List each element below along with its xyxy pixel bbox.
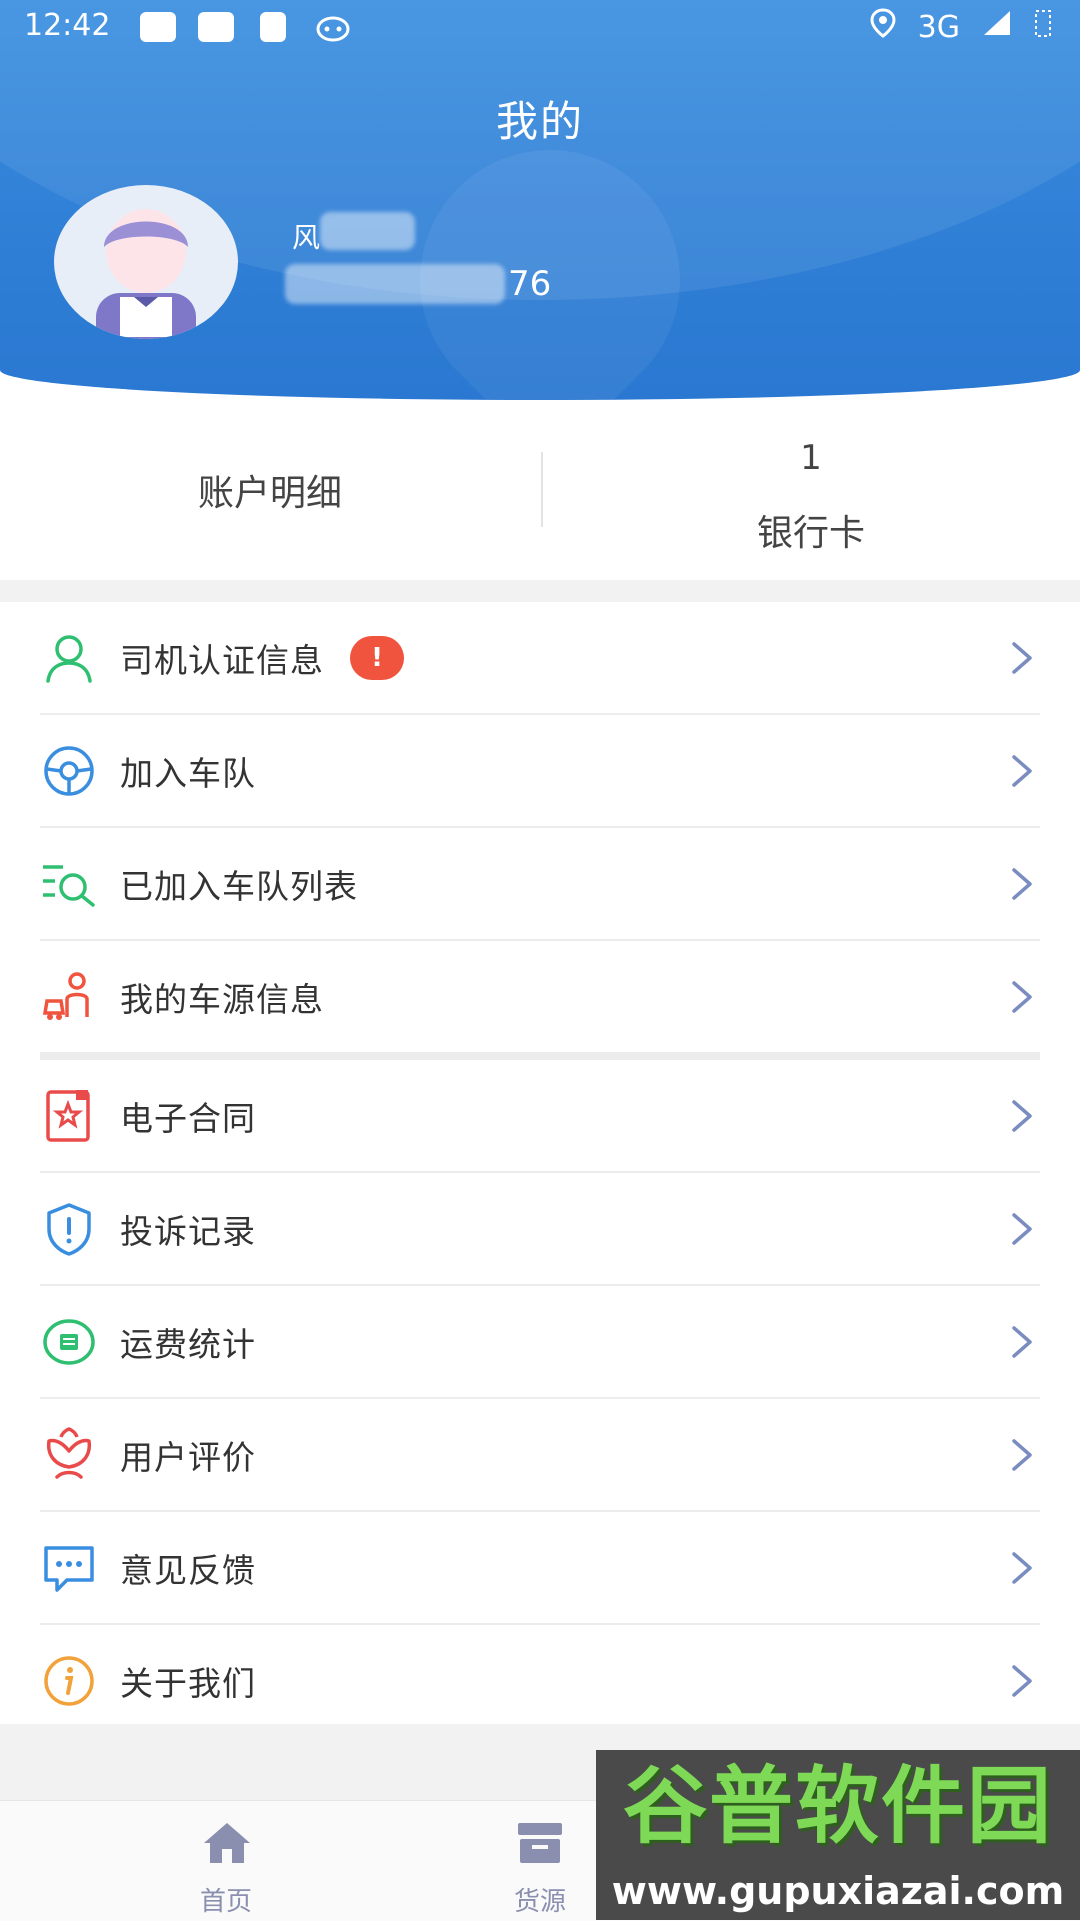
chevron-right-icon bbox=[1012, 1439, 1032, 1471]
menu-list: 司机认证信息 ! 加入车队 已加入车队列表 我的车源信息 电子合同 投诉记录 运… bbox=[0, 602, 1080, 1736]
menu-item-my-vehicle-info[interactable]: 我的车源信息 bbox=[40, 941, 1040, 1060]
menu-item-complaint-records[interactable]: 投诉记录 bbox=[40, 1173, 1040, 1286]
steering-wheel-icon bbox=[40, 742, 98, 800]
menu-label: 已加入车队列表 bbox=[120, 866, 358, 906]
status-time: 12:42 bbox=[24, 8, 111, 43]
list-search-icon bbox=[40, 855, 98, 913]
user-phone: 76 bbox=[508, 264, 552, 304]
battery-icon bbox=[1034, 8, 1052, 46]
account-detail-button[interactable]: 账户明细 bbox=[0, 400, 540, 580]
menu-label: 电子合同 bbox=[120, 1098, 256, 1138]
chevron-right-icon bbox=[1012, 981, 1032, 1013]
chat-bubble-icon bbox=[40, 1539, 98, 1597]
contract-icon bbox=[40, 1087, 98, 1145]
flower-icon bbox=[40, 1426, 98, 1484]
site-watermark: 谷普软件园 www.gupuxiazai.com bbox=[596, 1750, 1080, 1920]
chevron-right-icon bbox=[1012, 1665, 1032, 1697]
page-title: 我的 bbox=[495, 97, 584, 146]
menu-item-driver-certification[interactable]: 司机认证信息 ! bbox=[40, 602, 1040, 715]
menu-label: 司机认证信息 bbox=[120, 640, 324, 680]
menu-item-feedback[interactable]: 意见反馈 bbox=[40, 1512, 1040, 1625]
chevron-right-icon bbox=[1012, 642, 1032, 674]
menu-item-e-contract[interactable]: 电子合同 bbox=[40, 1060, 1040, 1173]
profile-header: 12:42 3G 我的 风 76 bbox=[0, 0, 1080, 400]
location-icon bbox=[870, 8, 896, 46]
avatar[interactable] bbox=[54, 185, 238, 339]
notification-icon bbox=[198, 12, 234, 42]
menu-item-about-us[interactable]: 关于我们 bbox=[40, 1625, 1040, 1736]
person-icon bbox=[40, 629, 98, 687]
status-bar: 12:42 3G bbox=[0, 0, 1080, 50]
watermark-title: 谷普软件园 bbox=[622, 1757, 1053, 1855]
menu-label: 投诉记录 bbox=[120, 1211, 256, 1251]
menu-item-joined-fleets[interactable]: 已加入车队列表 bbox=[40, 828, 1040, 941]
freight-stats-icon bbox=[40, 1313, 98, 1371]
menu-item-user-reviews[interactable]: 用户评价 bbox=[40, 1399, 1040, 1512]
bank-card-label: 银行卡 bbox=[756, 513, 865, 554]
chevron-right-icon bbox=[1012, 868, 1032, 900]
menu-item-join-fleet[interactable]: 加入车队 bbox=[40, 715, 1040, 828]
signal-icon bbox=[982, 9, 1012, 45]
driver-car-icon bbox=[40, 968, 98, 1026]
chevron-right-icon bbox=[1012, 1100, 1032, 1132]
nav-home[interactable]: 首页 bbox=[126, 1801, 326, 1921]
chevron-right-icon bbox=[1012, 1326, 1032, 1358]
menu-label: 加入车队 bbox=[120, 753, 256, 793]
shield-alert-icon bbox=[40, 1200, 98, 1258]
menu-item-freight-statistics[interactable]: 运费统计 bbox=[40, 1286, 1040, 1399]
alert-badge: ! bbox=[350, 635, 404, 680]
redacted-name bbox=[320, 212, 415, 250]
account-detail-label: 账户明细 bbox=[197, 473, 342, 514]
android-icon bbox=[316, 12, 350, 50]
network-type: 3G bbox=[917, 9, 960, 45]
menu-label: 运费统计 bbox=[120, 1324, 256, 1364]
chevron-right-icon bbox=[1012, 1213, 1032, 1245]
sd-card-icon bbox=[260, 12, 286, 42]
bank-card-button[interactable]: 1 银行卡 bbox=[542, 400, 1080, 580]
bank-card-count: 1 bbox=[800, 438, 822, 478]
home-icon bbox=[204, 1823, 250, 1863]
notification-icon bbox=[140, 12, 176, 42]
nav-home-label: 首页 bbox=[199, 1887, 252, 1917]
menu-label: 意见反馈 bbox=[120, 1550, 256, 1590]
menu-label: 用户评价 bbox=[120, 1437, 256, 1477]
menu-label: 关于我们 bbox=[120, 1663, 256, 1703]
cargo-icon bbox=[518, 1823, 562, 1863]
section-gap bbox=[0, 580, 1080, 602]
watermark-url: www.gupuxiazai.com bbox=[611, 1869, 1065, 1913]
redacted-phone bbox=[285, 264, 505, 304]
info-icon bbox=[40, 1652, 98, 1710]
chevron-right-icon bbox=[1012, 755, 1032, 787]
menu-label: 我的车源信息 bbox=[120, 979, 324, 1019]
user-name: 风 bbox=[292, 221, 321, 254]
chevron-right-icon bbox=[1012, 1552, 1032, 1584]
account-summary: 账户明细 1 银行卡 bbox=[0, 400, 1080, 580]
